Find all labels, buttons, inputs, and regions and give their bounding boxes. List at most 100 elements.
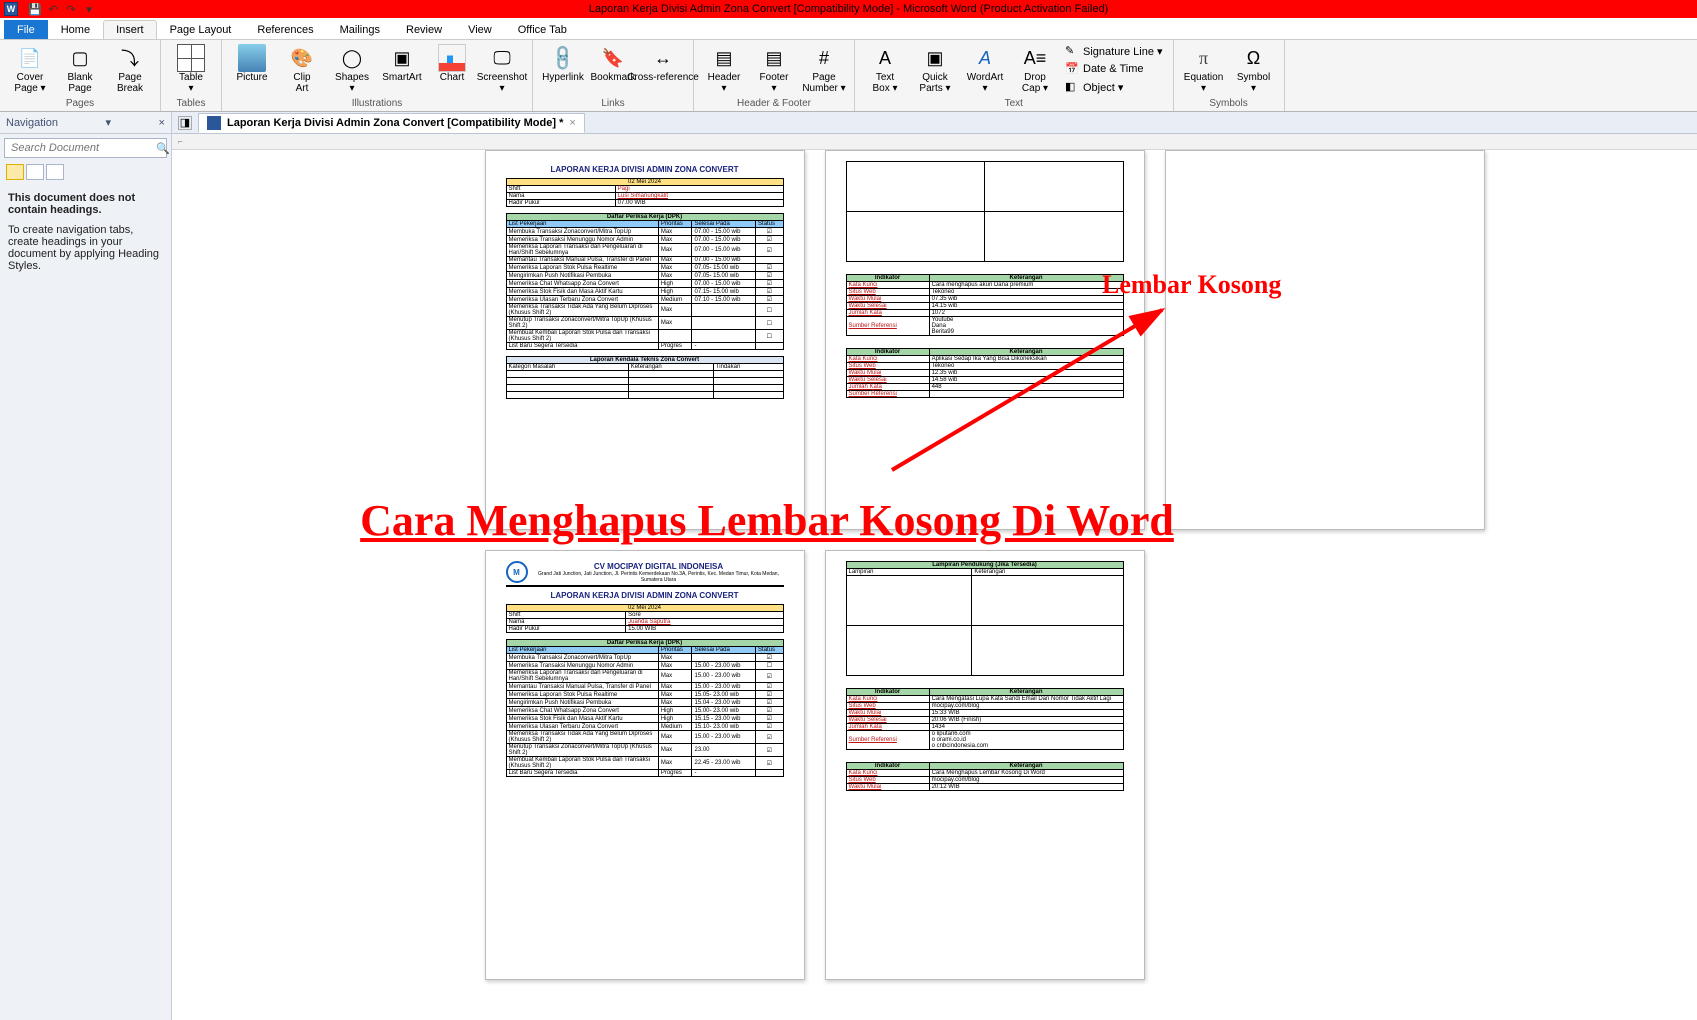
group-text: AText Box ▾ ▣Quick Parts ▾ AWordArt ▾ A≡… <box>855 40 1174 111</box>
shapes-button[interactable]: ◯Shapes ▾ <box>328 42 376 94</box>
tab-page-layout[interactable]: Page Layout <box>157 20 245 39</box>
tab-file[interactable]: File <box>4 20 48 39</box>
table-row: Memeriksa Transaksi Menunggu Nomor Admin… <box>506 662 783 670</box>
nav-empty-message: This document does not contain headings.… <box>8 192 163 280</box>
header-icon: ▤ <box>710 44 738 72</box>
document-tab-label: Laporan Kerja Divisi Admin Zona Convert … <box>227 117 563 129</box>
tab-mailings[interactable]: Mailings <box>327 20 393 39</box>
object-icon: ◧ <box>1065 80 1079 94</box>
page-3[interactable]: M CV MOCIPAY DIGITAL INDONEISA Grand Jat… <box>485 550 805 980</box>
clipart-button[interactable]: 🎨Clip Art <box>278 42 326 94</box>
nav-view-headings-icon[interactable] <box>6 164 24 180</box>
bookmark-icon: 🔖 <box>599 44 627 72</box>
blank-page-button[interactable]: ▢Blank Page <box>56 42 104 94</box>
smartart-button[interactable]: ▣SmartArt <box>378 42 426 94</box>
table-row: Waktu Mulai20:12 WIB <box>846 784 1123 791</box>
tab-home[interactable]: Home <box>48 20 103 39</box>
document-icon <box>207 116 221 130</box>
hyperlink-button[interactable]: 🔗Hyperlink <box>539 42 587 83</box>
crossref-button[interactable]: ↔Cross-reference <box>639 42 687 83</box>
redo-icon[interactable]: ↷ <box>64 2 78 16</box>
page-number-button[interactable]: #Page Number ▾ <box>800 42 848 94</box>
page-1[interactable]: LAPORAN KERJA DIVISI ADMIN ZONA CONVERT … <box>485 150 805 530</box>
save-icon[interactable]: 💾 <box>28 2 42 16</box>
table-row: Memeriksa Chat Whatsapp Zona ConvertHigh… <box>506 707 783 715</box>
table-row: Memeriksa Laporan Stok Pulsa RealtimeMax… <box>506 691 783 699</box>
quickparts-icon: ▣ <box>921 44 949 72</box>
table-row: Waktu Mulai15:33 WIB <box>846 710 1123 717</box>
qat-customize-icon[interactable]: ▾ <box>82 2 96 16</box>
dropcap-icon: A≡ <box>1021 44 1049 72</box>
document-canvas[interactable]: LAPORAN KERJA DIVISI ADMIN ZONA CONVERT … <box>172 150 1697 1020</box>
signature-line-button[interactable]: ✎Signature Line ▾ <box>1061 42 1167 60</box>
horizontal-ruler[interactable]: ⌐ <box>172 134 1697 150</box>
group-hf-label: Header & Footer <box>700 98 848 109</box>
nav-view-pages-icon[interactable] <box>26 164 44 180</box>
smartart-icon: ▣ <box>388 44 416 72</box>
group-links: 🔗Hyperlink 🔖Bookmark ↔Cross-reference Li… <box>533 40 694 111</box>
tab-insert[interactable]: Insert <box>103 20 157 39</box>
group-pages: 📄Cover Page ▾ ▢Blank Page ⤵Page Break Pa… <box>0 40 161 111</box>
crossref-icon: ↔ <box>649 44 677 72</box>
navigation-pane: Navigation ▾ × 🔍 This document does not … <box>0 112 172 1020</box>
nav-dropdown-icon[interactable]: ▾ <box>106 116 112 129</box>
chart-button[interactable]: Chart <box>428 42 476 94</box>
textbox-button[interactable]: AText Box ▾ <box>861 42 909 96</box>
object-button[interactable]: ◧Object ▾ <box>1061 78 1167 96</box>
dropcap-button[interactable]: A≡Drop Cap ▾ <box>1011 42 1059 96</box>
nav-close-icon[interactable]: × <box>159 117 165 129</box>
page-4[interactable]: Lampiran Pendukung (Jika Tersedia) Lampi… <box>825 550 1145 980</box>
tab-review[interactable]: Review <box>393 20 455 39</box>
page-break-button[interactable]: ⤵Page Break <box>106 42 154 94</box>
search-input[interactable] <box>9 141 156 155</box>
symbol-button[interactable]: ΩSymbol ▾ <box>1230 42 1278 94</box>
nav-search[interactable]: 🔍 <box>4 138 167 158</box>
search-icon[interactable]: 🔍 <box>156 142 170 155</box>
table-row: Membuka Transaksi Zonaconvert/Mitra TopU… <box>506 228 783 236</box>
screenshot-icon: 🖵 <box>488 44 516 72</box>
table-row: Sumber Referensio liputan6.com o orami.c… <box>846 731 1123 750</box>
table-row: Memeriksa Laporan Transaksi dan Pengelua… <box>506 244 783 257</box>
table-row: Membuat Kembali Laporan Stok Pulsa dan T… <box>506 757 783 770</box>
table-row: Situs WebTekoneo <box>846 289 1123 296</box>
picture-icon <box>238 44 266 72</box>
ruler-toggle-icon[interactable]: ◨ <box>178 116 192 130</box>
table-row: List Baru Segera TersediaProgres- <box>506 770 783 777</box>
shapes-icon: ◯ <box>338 44 366 72</box>
picture-button[interactable]: Picture <box>228 42 276 94</box>
table-row: Kata KunciCara menghapus akun Dana premi… <box>846 282 1123 289</box>
tab-view[interactable]: View <box>455 20 505 39</box>
clipart-icon: 🎨 <box>288 44 316 72</box>
nav-view-results-icon[interactable] <box>46 164 64 180</box>
blank-page-icon: ▢ <box>66 44 94 72</box>
wordart-button[interactable]: AWordArt ▾ <box>961 42 1009 96</box>
table-button[interactable]: Table ▾ <box>167 42 215 94</box>
equation-icon: π <box>1190 44 1218 72</box>
group-symbols: πEquation ▾ ΩSymbol ▾ Symbols <box>1174 40 1285 111</box>
undo-icon[interactable]: ↶ <box>46 2 60 16</box>
footer-button[interactable]: ▤Footer ▾ <box>750 42 798 94</box>
quickparts-button[interactable]: ▣Quick Parts ▾ <box>911 42 959 96</box>
screenshot-button[interactable]: 🖵Screenshot ▾ <box>478 42 526 94</box>
header-button[interactable]: ▤Header ▾ <box>700 42 748 94</box>
cover-page-icon: 📄 <box>16 44 44 72</box>
tab-references[interactable]: References <box>244 20 326 39</box>
page-break-icon: ⤵ <box>116 44 144 72</box>
group-pages-label: Pages <box>6 98 154 109</box>
date-time-button[interactable]: 📅Date & Time <box>1061 60 1167 78</box>
equation-button[interactable]: πEquation ▾ <box>1180 42 1228 94</box>
wordart-icon: A <box>971 44 999 72</box>
group-illustrations: Picture 🎨Clip Art ◯Shapes ▾ ▣SmartArt Ch… <box>222 40 533 111</box>
table-row: Mengirimkan Push Notifikasi PembukaMax15… <box>506 699 783 707</box>
cover-page-button[interactable]: 📄Cover Page ▾ <box>6 42 54 94</box>
page-empty[interactable] <box>1165 150 1485 530</box>
table-row: Jumlah Kata1434 <box>846 724 1123 731</box>
table-row: Waktu Selesai20:06 WIB (Finish) <box>846 717 1123 724</box>
table-row: Situs Webmocipay.com/blog <box>846 777 1123 784</box>
table-row: Memeriksa Transaksi Tidak Ada Yang Belum… <box>506 731 783 744</box>
tab-office-tab[interactable]: Office Tab <box>505 20 580 39</box>
document-tab-close-icon[interactable]: × <box>569 117 575 129</box>
table-row: Memeriksa Ulasan Terbaru Zona ConvertMed… <box>506 723 783 731</box>
document-tab-bar: ◨ Laporan Kerja Divisi Admin Zona Conver… <box>172 112 1697 134</box>
document-tab[interactable]: Laporan Kerja Divisi Admin Zona Convert … <box>198 113 585 133</box>
